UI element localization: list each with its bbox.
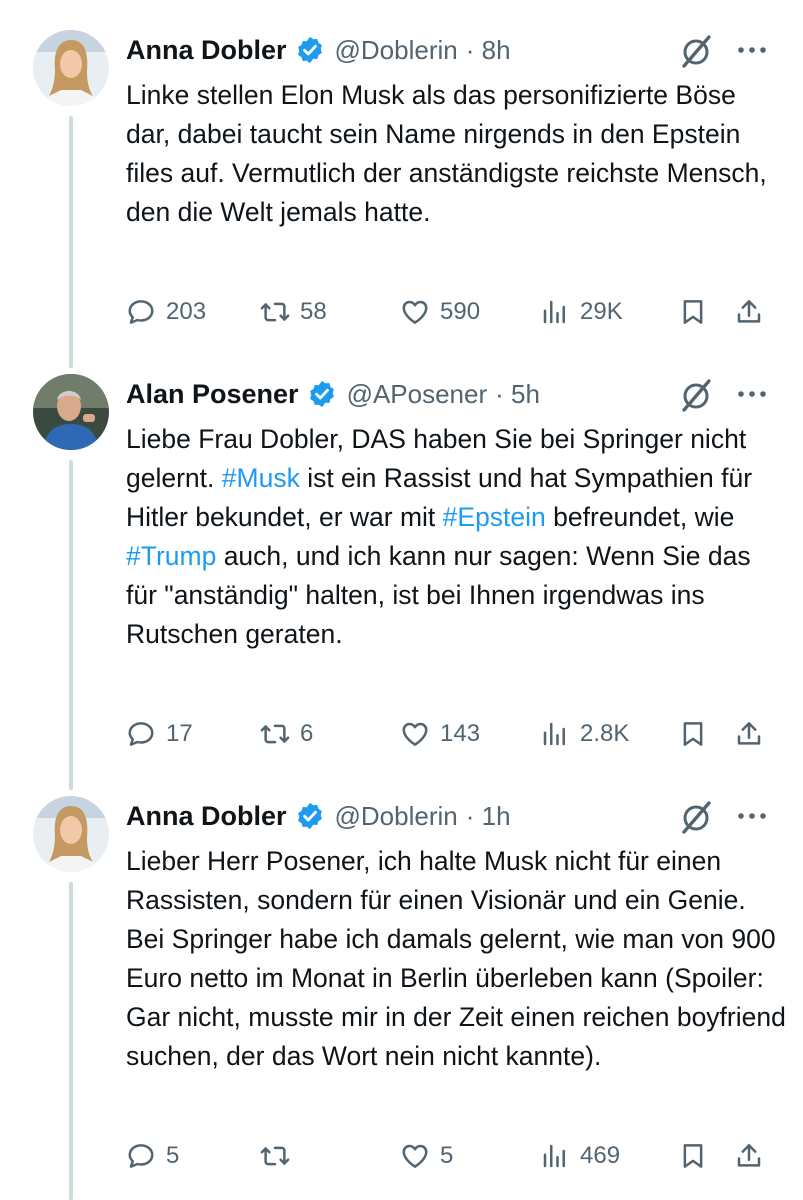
hashtag-link[interactable]: #Musk — [222, 463, 300, 493]
timestamp[interactable]: · 8h — [466, 35, 511, 66]
reply-count: 203 — [166, 298, 207, 325]
verified-badge-icon — [295, 801, 325, 831]
tweet-text: Linke stellen Elon Musk als das personif… — [126, 80, 775, 227]
views-button[interactable]: 2.8K — [540, 714, 629, 754]
more-options-icon[interactable] — [734, 34, 770, 64]
author-name[interactable]: Alan Posener — [126, 379, 299, 410]
tweet-text: Liebe Frau Dobler, DAS haben Sie bei Spr… — [126, 420, 786, 654]
author-handle[interactable]: @Doblerin — [335, 35, 458, 66]
tweet[interactable]: Alan Posener @APosener · 5h Liebe Frau D… — [0, 374, 803, 774]
bookmark-button[interactable] — [678, 714, 708, 754]
like-count: 590 — [440, 298, 481, 325]
like-button[interactable]: 5 — [400, 1136, 453, 1176]
bookmark-button[interactable] — [678, 292, 708, 332]
action-bar: 203 58 590 29K — [126, 292, 786, 332]
view-count: 29K — [580, 298, 623, 325]
repost-button[interactable]: 6 — [260, 714, 313, 754]
like-button[interactable]: 590 — [400, 292, 480, 332]
views-button[interactable]: 29K — [540, 292, 623, 332]
share-button[interactable] — [734, 1136, 764, 1176]
grok-icon[interactable] — [676, 32, 716, 72]
verified-badge-icon — [295, 35, 325, 65]
hashtag-link[interactable]: #Trump — [126, 541, 216, 571]
grok-icon[interactable] — [676, 798, 716, 838]
repost-button[interactable]: 58 — [260, 292, 327, 332]
tweet-text: Lieber Herr Posener, ich halte Musk nich… — [126, 846, 794, 1071]
action-bar: 17 6 143 2.8K — [126, 714, 786, 754]
timestamp[interactable]: · 5h — [495, 379, 540, 410]
like-count: 5 — [440, 1142, 454, 1169]
verified-badge-icon — [307, 379, 337, 409]
views-button[interactable]: 469 — [540, 1136, 620, 1176]
more-options-icon[interactable] — [734, 800, 770, 830]
hashtag-link[interactable]: #Epstein — [443, 502, 546, 532]
repost-button[interactable] — [260, 1136, 290, 1176]
reply-button[interactable]: 5 — [126, 1136, 179, 1176]
text-segment: auch, und ich kann nur sagen: Wenn Sie d… — [126, 541, 758, 649]
text-segment: befreundet, wie — [545, 502, 742, 532]
author-name[interactable]: Anna Dobler — [126, 35, 287, 66]
reply-count: 17 — [166, 720, 193, 747]
author-name[interactable]: Anna Dobler — [126, 801, 287, 832]
like-count: 143 — [440, 720, 481, 747]
reply-count: 5 — [166, 1142, 180, 1169]
reply-button[interactable]: 17 — [126, 714, 193, 754]
author-handle[interactable]: @APosener — [347, 379, 488, 410]
grok-icon[interactable] — [676, 376, 716, 416]
avatar[interactable] — [33, 374, 109, 450]
repost-count: 6 — [300, 720, 314, 747]
author-handle[interactable]: @Doblerin — [335, 801, 458, 832]
view-count: 2.8K — [580, 720, 630, 747]
tweet[interactable]: Anna Dobler @Doblerin · 1h Lieber Herr P… — [0, 796, 803, 1200]
timestamp[interactable]: · 1h — [466, 801, 511, 832]
view-count: 469 — [580, 1142, 621, 1169]
share-button[interactable] — [734, 292, 764, 332]
bookmark-button[interactable] — [678, 1136, 708, 1176]
avatar[interactable] — [33, 30, 109, 106]
avatar[interactable] — [33, 796, 109, 872]
like-button[interactable]: 143 — [400, 714, 480, 754]
more-options-icon[interactable] — [734, 378, 770, 408]
reply-button[interactable]: 203 — [126, 292, 206, 332]
tweet[interactable]: Anna Dobler @Doblerin · 8h Linke stellen… — [0, 30, 803, 350]
action-bar: 5 5 469 — [126, 1136, 786, 1176]
share-button[interactable] — [734, 714, 764, 754]
repost-count: 58 — [300, 298, 327, 325]
